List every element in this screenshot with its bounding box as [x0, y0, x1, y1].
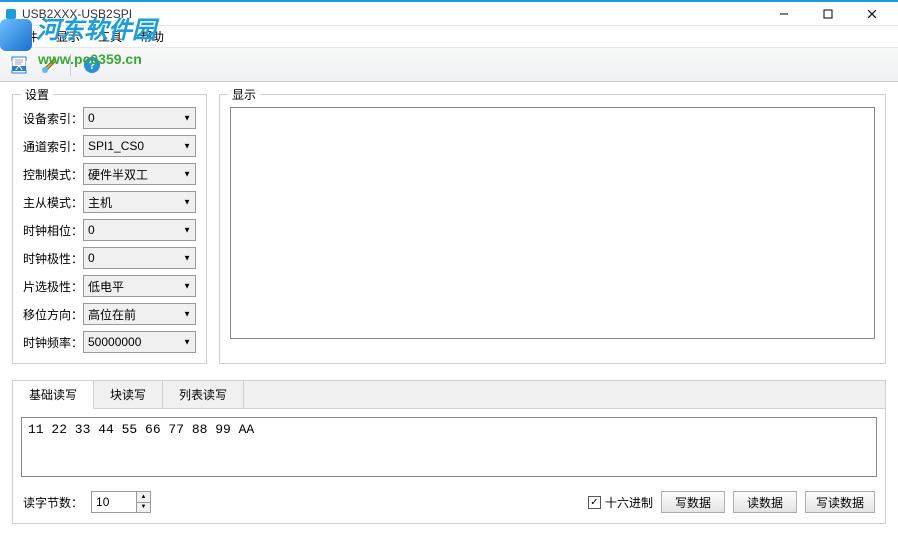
- hex-input[interactable]: 11 22 33 44 55 66 77 88 99 AA: [21, 417, 877, 477]
- label-channel-index: 通道索引：: [23, 138, 83, 155]
- spin-up-icon[interactable]: ▲: [136, 492, 150, 503]
- toolbar-separator: [70, 54, 71, 76]
- svg-text:?: ?: [88, 58, 95, 72]
- checkbox-box: ✓: [588, 496, 601, 509]
- menu-tools[interactable]: 工具: [90, 26, 130, 47]
- select-clock-freq[interactable]: 50000000▼: [83, 331, 196, 353]
- menu-file[interactable]: 文件: [6, 26, 46, 47]
- chevron-down-icon: ▼: [183, 338, 191, 347]
- row-clock-freq: 时钟频率： 50000000▼: [23, 331, 196, 353]
- label-shift-dir: 移位方向：: [23, 306, 83, 323]
- hex-checkbox-label: 十六进制: [605, 494, 653, 511]
- menu-display[interactable]: 显示: [48, 26, 88, 47]
- toolbar: TXT ?: [0, 48, 898, 82]
- display-group: 显示: [219, 94, 886, 364]
- minimize-button[interactable]: [762, 2, 806, 26]
- hex-checkbox[interactable]: ✓ 十六进制: [588, 494, 653, 511]
- select-clock-polarity[interactable]: 0▼: [83, 247, 196, 269]
- write-read-button[interactable]: 写读数据: [805, 491, 875, 513]
- label-cs-polarity: 片选极性：: [23, 278, 83, 295]
- tab-block-rw[interactable]: 块读写: [94, 381, 163, 408]
- display-output-area[interactable]: [230, 107, 875, 339]
- settings-group: 设置 设备索引： 0▼ 通道索引： SPI1_CS0▼ 控制模式： 硬件半双工▼…: [12, 94, 207, 364]
- chevron-down-icon: ▼: [183, 114, 191, 123]
- menu-bar: 文件 显示 工具 帮助: [0, 26, 898, 48]
- menu-help[interactable]: 帮助: [132, 26, 172, 47]
- maximize-button[interactable]: [806, 2, 850, 26]
- toolbar-txt-icon[interactable]: TXT: [6, 52, 32, 78]
- row-cs-polarity: 片选极性： 低电平▼: [23, 275, 196, 297]
- chevron-down-icon: ▼: [183, 142, 191, 151]
- select-master-slave[interactable]: 主机▼: [83, 191, 196, 213]
- spin-down-icon[interactable]: ▼: [136, 503, 150, 513]
- select-channel-index[interactable]: SPI1_CS0▼: [83, 135, 196, 157]
- action-row: 读字节数： 10 ▲ ▼ ✓ 十六进制 写数据 读数据 写读数据: [13, 485, 885, 523]
- write-button[interactable]: 写数据: [661, 491, 725, 513]
- read-button[interactable]: 读数据: [733, 491, 797, 513]
- window-title: USB2XXX-USB2SPI: [22, 7, 762, 21]
- toolbar-help-icon[interactable]: ?: [79, 52, 105, 78]
- tab-basic-rw[interactable]: 基础读写: [13, 381, 94, 409]
- display-title: 显示: [228, 86, 260, 103]
- row-control-mode: 控制模式： 硬件半双工▼: [23, 163, 196, 185]
- row-channel-index: 通道索引： SPI1_CS0▼: [23, 135, 196, 157]
- close-button[interactable]: [850, 2, 894, 26]
- chevron-down-icon: ▼: [183, 282, 191, 291]
- row-clock-polarity: 时钟极性： 0▼: [23, 247, 196, 269]
- label-master-slave: 主从模式：: [23, 194, 83, 211]
- select-clock-phase[interactable]: 0▼: [83, 219, 196, 241]
- row-device-index: 设备索引： 0▼: [23, 107, 196, 129]
- chevron-down-icon: ▼: [183, 254, 191, 263]
- read-bytes-spinner[interactable]: 10 ▲ ▼: [91, 491, 151, 513]
- chevron-down-icon: ▼: [183, 198, 191, 207]
- main-content: 设置 设备索引： 0▼ 通道索引： SPI1_CS0▼ 控制模式： 硬件半双工▼…: [0, 82, 898, 376]
- label-clock-freq: 时钟频率：: [23, 334, 83, 351]
- select-cs-polarity[interactable]: 低电平▼: [83, 275, 196, 297]
- label-clock-phase: 时钟相位：: [23, 222, 83, 239]
- tab-list-rw[interactable]: 列表读写: [163, 381, 244, 408]
- toolbar-brush-icon[interactable]: [36, 52, 62, 78]
- label-read-bytes: 读字节数：: [23, 494, 83, 511]
- row-master-slave: 主从模式： 主机▼: [23, 191, 196, 213]
- bottom-tab-panel: 基础读写 块读写 列表读写 11 22 33 44 55 66 77 88 99…: [12, 380, 886, 524]
- settings-title: 设置: [21, 86, 53, 103]
- svg-text:TXT: TXT: [9, 59, 29, 73]
- app-icon: [4, 7, 18, 21]
- chevron-down-icon: ▼: [183, 310, 191, 319]
- row-clock-phase: 时钟相位： 0▼: [23, 219, 196, 241]
- select-device-index[interactable]: 0▼: [83, 107, 196, 129]
- chevron-down-icon: ▼: [183, 226, 191, 235]
- title-bar: USB2XXX-USB2SPI: [0, 0, 898, 26]
- chevron-down-icon: ▼: [183, 170, 191, 179]
- select-shift-dir[interactable]: 高位在前▼: [83, 303, 196, 325]
- label-control-mode: 控制模式：: [23, 166, 83, 183]
- tab-bar: 基础读写 块读写 列表读写: [13, 381, 885, 409]
- row-shift-dir: 移位方向： 高位在前▼: [23, 303, 196, 325]
- select-control-mode[interactable]: 硬件半双工▼: [83, 163, 196, 185]
- label-device-index: 设备索引：: [23, 110, 83, 127]
- label-clock-polarity: 时钟极性：: [23, 250, 83, 267]
